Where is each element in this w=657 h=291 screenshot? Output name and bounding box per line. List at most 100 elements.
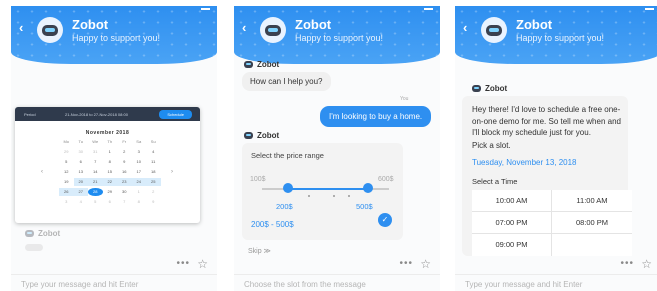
close-icon[interactable] xyxy=(424,8,433,10)
star-icon[interactable]: ☆ xyxy=(420,257,431,271)
calendar-day[interactable]: 30 xyxy=(74,148,89,156)
close-icon[interactable] xyxy=(201,8,210,10)
close-icon[interactable] xyxy=(645,8,654,10)
message-input[interactable]: Choose the slot from the message xyxy=(244,280,366,289)
calendar-day[interactable]: 13 xyxy=(74,168,89,176)
calendar-day[interactable]: 17 xyxy=(132,168,147,176)
calendar-month: November 2018 xyxy=(85,130,130,136)
calendar-day[interactable]: 2 xyxy=(117,148,132,156)
calendar-day[interactable]: 8 xyxy=(132,198,147,206)
calendar-day[interactable]: 15 xyxy=(103,168,118,176)
calendar-day[interactable]: 1 xyxy=(103,148,118,156)
slider-max-handle[interactable] xyxy=(363,183,373,193)
chevron-right-icon[interactable]: › xyxy=(171,169,173,175)
calendar-day[interactable]: 8 xyxy=(103,158,118,166)
calendar-day[interactable]: 2 xyxy=(146,188,161,196)
period-label: Period xyxy=(24,112,36,117)
calendar-day[interactable]: 28 xyxy=(88,188,103,196)
more-icon[interactable]: ••• xyxy=(176,258,190,269)
calendar-day[interactable]: 6 xyxy=(74,158,89,166)
message-input[interactable]: Type your message and hit Enter xyxy=(465,280,582,289)
calendar-day[interactable]: 6 xyxy=(103,198,118,206)
bot-name: Zobot xyxy=(72,17,109,32)
bot-message: Hey there! I'd love to schedule a free o… xyxy=(472,105,621,137)
calendar-day[interactable]: 5 xyxy=(59,158,74,166)
selected-date[interactable]: Tuesday, November 13, 2018 xyxy=(472,158,577,167)
calendar-day[interactable]: 16 xyxy=(117,168,132,176)
calendar-day[interactable]: 31 xyxy=(88,148,103,156)
calendar-day[interactable]: 23 xyxy=(117,178,132,186)
calendar-day[interactable]: 29 xyxy=(103,188,118,196)
calendar-day[interactable]: 21 xyxy=(88,178,103,186)
calendar-day[interactable]: 19 xyxy=(59,178,74,186)
calendar-day[interactable]: 5 xyxy=(88,198,103,206)
chevron-left-icon[interactable]: ‹ xyxy=(41,169,43,175)
weekday-header: Sa xyxy=(136,139,142,144)
skip-link[interactable]: Skip ≫ xyxy=(248,247,271,255)
more-icon[interactable]: ••• xyxy=(620,258,634,269)
typing-bubble xyxy=(25,244,43,251)
calendar-day[interactable]: 29 xyxy=(59,148,74,156)
price-title: Select the price range xyxy=(251,151,324,160)
calendar-day[interactable]: 3 xyxy=(132,148,147,156)
time-slot[interactable]: 07:00 PM xyxy=(472,212,552,234)
calendar-day[interactable]: 25 xyxy=(146,178,161,186)
star-icon[interactable]: ☆ xyxy=(197,257,208,271)
bot-avatar-icon xyxy=(37,17,63,43)
time-slot[interactable]: 08:00 PM xyxy=(552,212,632,234)
calendar-day[interactable]: 14 xyxy=(88,168,103,176)
chat-panel-price: ‹ Zobot Happy to support you! Zobot How … xyxy=(234,6,440,291)
time-slot[interactable]: 09:00 PM xyxy=(472,234,552,256)
time-slot[interactable]: 11:00 AM xyxy=(552,190,632,212)
calendar-day[interactable]: 12 xyxy=(59,168,74,176)
star-icon[interactable]: ☆ xyxy=(641,257,652,271)
back-arrow-icon[interactable]: ‹ xyxy=(242,20,246,35)
calendar-day[interactable]: 7 xyxy=(88,158,103,166)
calendar-day[interactable]: 24 xyxy=(131,178,146,186)
bot-name: Zobot xyxy=(295,17,332,32)
select-time-label: Select a Time xyxy=(472,177,518,186)
calendar-day[interactable]: 9 xyxy=(146,198,161,206)
bot-tagline: Happy to support you! xyxy=(516,33,605,43)
weekday-header: Mo xyxy=(63,139,70,144)
bot-name: Zobot xyxy=(516,17,553,32)
calendar-day[interactable]: 3 xyxy=(59,198,74,206)
check-icon[interactable]: ✓ xyxy=(378,213,392,227)
you-label: You xyxy=(400,96,409,102)
calendar-day[interactable]: 4 xyxy=(74,198,89,206)
bot-mini-icon xyxy=(244,132,253,139)
calendar-day[interactable]: 9 xyxy=(117,158,132,166)
chat-header: ‹ Zobot Happy to support you! xyxy=(455,6,657,64)
calendar-day[interactable]: 7 xyxy=(117,198,132,206)
bot-label-text: Zobot xyxy=(257,131,280,140)
bot-message: How can I help you? xyxy=(242,72,331,91)
calendar-day[interactable]: 27 xyxy=(73,188,88,196)
calendar-day[interactable]: 10 xyxy=(132,158,147,166)
date-range-calendar: Period 21-Nov-2018 to 27-Nov-2018 08:00 … xyxy=(15,107,200,223)
back-arrow-icon[interactable]: ‹ xyxy=(19,20,23,35)
bot-label: Zobot xyxy=(244,131,279,140)
range-text: 21-Nov-2018 to 27-Nov-2018 08:00 xyxy=(65,112,128,117)
slider-min-handle[interactable] xyxy=(283,183,293,193)
time-slot-grid: 10:00 AM 11:00 AM 07:00 PM 08:00 PM 09:0… xyxy=(472,190,632,256)
message-input[interactable]: Type your message and hit Enter xyxy=(21,280,138,289)
calendar-day[interactable]: 11 xyxy=(146,158,161,166)
calendar-day[interactable]: 20 xyxy=(73,178,88,186)
chat-header: ‹ Zobot Happy to support you! xyxy=(11,6,217,64)
calendar-day[interactable]: 18 xyxy=(146,168,161,176)
weekday-header: We xyxy=(92,139,99,144)
back-arrow-icon[interactable]: ‹ xyxy=(463,20,467,35)
schedule-button[interactable]: Schedule xyxy=(159,110,192,119)
calendar-day[interactable]: 4 xyxy=(146,148,161,156)
max-label: 600$ xyxy=(378,176,394,183)
calendar-day[interactable]: 22 xyxy=(102,178,117,186)
bot-avatar-icon xyxy=(481,17,507,43)
weekday-header: Fr xyxy=(122,139,127,144)
calendar-day[interactable]: 26 xyxy=(59,188,74,196)
calendar-day[interactable]: 1 xyxy=(132,188,147,196)
time-slot[interactable]: 10:00 AM xyxy=(472,190,552,212)
more-icon[interactable]: ••• xyxy=(399,258,413,269)
price-range-card: Select the price range 100$ 600$ 200$ 50… xyxy=(242,143,403,240)
calendar-day[interactable]: 30 xyxy=(117,188,132,196)
bot-tagline: Happy to support you! xyxy=(295,33,384,43)
